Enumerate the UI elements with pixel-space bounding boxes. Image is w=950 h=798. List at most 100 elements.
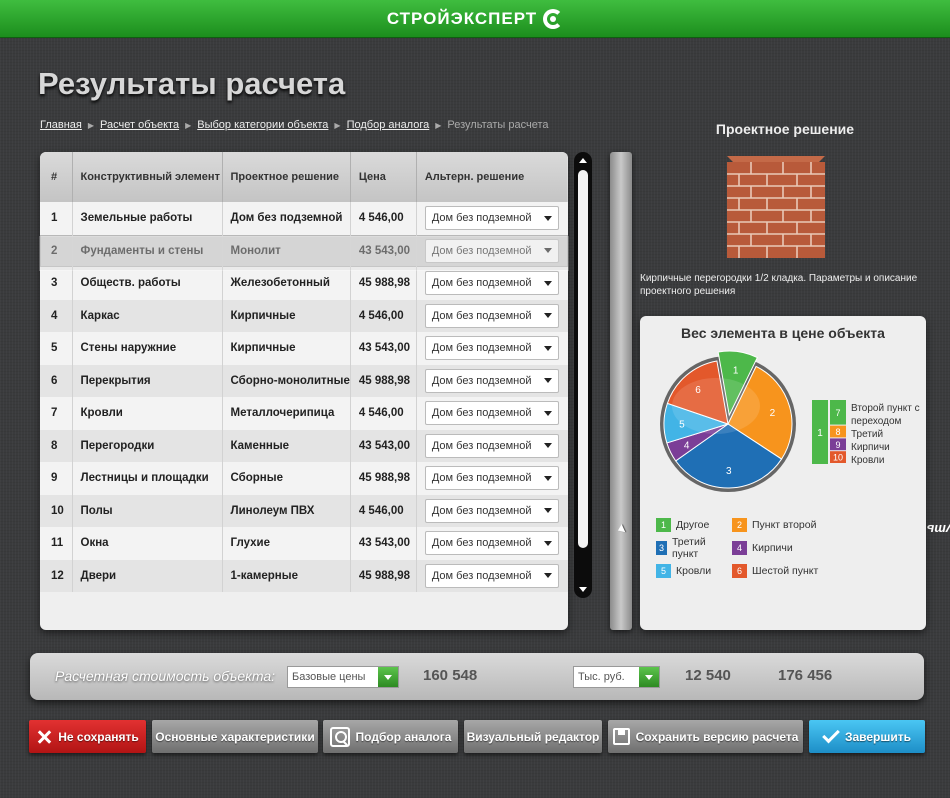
alt-solution-select[interactable]: Дом без подземной bbox=[424, 531, 559, 556]
alt-solution-select[interactable]: Дом без подземной bbox=[424, 271, 559, 296]
col-price: Цена bbox=[350, 152, 417, 202]
legend-row: 1 Другое 2 Пункт второй bbox=[656, 513, 818, 536]
cell-num: 11 bbox=[40, 527, 73, 560]
pie-slice-label: 3 bbox=[726, 466, 732, 477]
analog-search-button[interactable]: Подбор аналога bbox=[323, 720, 458, 753]
brand-logo-icon bbox=[543, 8, 564, 29]
sub-segment-label: 9 bbox=[835, 440, 840, 450]
sub-legend-entry: Кровли bbox=[851, 455, 885, 466]
finish-button[interactable]: Завершить bbox=[809, 720, 925, 753]
breadcrumb-separator-icon: ▶ bbox=[87, 120, 95, 130]
no-save-button[interactable]: Не сохранять bbox=[29, 720, 146, 753]
alt-solution-select[interactable]: Дом без подземной bbox=[424, 498, 559, 523]
alt-solution-select[interactable]: Дом без подземной bbox=[424, 368, 559, 393]
summary-value-3: 176 456 bbox=[778, 667, 833, 684]
main-characteristics-button[interactable]: Основные характеристики bbox=[152, 720, 318, 753]
pie-gloss bbox=[672, 378, 760, 434]
no-save-label: Не сохранять bbox=[58, 729, 139, 744]
scroll-down-icon[interactable] bbox=[579, 587, 587, 592]
legend-entry: 4 Кирпичи bbox=[732, 540, 793, 555]
table-row[interactable]: 9 Лестницы и площадки Сборные 45 988,98 Дом … bbox=[40, 462, 568, 495]
finish-label: Завершить bbox=[844, 729, 912, 744]
sub-parent-label: 1 bbox=[817, 428, 823, 439]
table-row[interactable]: 1 Земельные работы Дом без подземной 4 546,… bbox=[40, 202, 568, 235]
breadcrumb-category[interactable]: Выбор категории объекта bbox=[197, 119, 328, 131]
elements-table-panel: # Конструктивный элемент Проектное решен… bbox=[40, 152, 568, 630]
alt-solution-select[interactable]: Дом без подземной bbox=[424, 206, 559, 231]
chevron-down-icon bbox=[543, 378, 552, 384]
collapse-panel-button[interactable]: Свернуть ▸ bbox=[610, 152, 950, 630]
chart-title: Вес элемента в цене объекта bbox=[681, 325, 885, 341]
legend-entry: 5 Кровли bbox=[656, 563, 718, 578]
cell-price: 43 543,00 bbox=[350, 429, 417, 462]
cell-num: 4 bbox=[40, 299, 73, 332]
legend-label: Кровли bbox=[676, 564, 712, 577]
cell-project: Сборные bbox=[222, 462, 351, 495]
sub-breakdown-legend: Второй пункт с переходом Третий Кирпичи Кро… bbox=[851, 402, 923, 467]
cell-project: Сборно-монолитные bbox=[222, 364, 351, 397]
brick-wall-icon bbox=[727, 156, 825, 258]
legend-swatch: 5 bbox=[656, 563, 671, 578]
alt-solution-select[interactable]: Дом без подземной bbox=[424, 563, 559, 588]
legend-label: Шестой пункт bbox=[752, 564, 819, 577]
alt-solution-select[interactable]: Дом без подземной bbox=[424, 433, 559, 458]
col-element: Конструктивный элемент bbox=[72, 152, 223, 202]
chevron-down-icon bbox=[543, 573, 552, 579]
cell-element: Каркас bbox=[72, 299, 223, 332]
cell-alt: Дом без подземной bbox=[416, 365, 568, 398]
chevron-down-icon bbox=[543, 540, 552, 546]
table-row[interactable]: 6 Перекрытия Сборно-монолитные 45 988,98 Дом… bbox=[40, 364, 568, 398]
cell-element: Двери bbox=[72, 559, 223, 592]
scroll-thumb[interactable] bbox=[578, 170, 588, 548]
unit-select[interactable]: Тыс. руб. bbox=[573, 666, 660, 688]
table-row[interactable]: 11 Окна Глухие 43 543,00 Дом без подземной bbox=[40, 527, 568, 560]
visual-editor-button[interactable]: Визуальный редактор bbox=[464, 720, 602, 753]
cell-alt: Дом без подземной bbox=[416, 430, 568, 463]
table-row[interactable]: 5 Стены наружние Кирпичные 43 543,00 Дом без… bbox=[40, 332, 568, 365]
table-row[interactable]: 4 Каркас Кирпичные 4 546,00 Дом без подземно… bbox=[40, 299, 568, 332]
col-num: # bbox=[40, 152, 73, 202]
table-row[interactable]: 7 Кровли Металлочерипица 4 546,00 Дом без по… bbox=[40, 397, 568, 430]
cell-alt: Дом без подземной bbox=[416, 462, 568, 495]
breadcrumb-calc[interactable]: Расчет объекта bbox=[100, 119, 179, 131]
chevron-down-icon bbox=[543, 313, 552, 319]
alt-solution-select[interactable]: Дом без подземной bbox=[424, 303, 559, 328]
legend-label: Пункт второй bbox=[752, 518, 817, 531]
sub-legend-entry: Второй пункт с переходом bbox=[851, 403, 920, 427]
save-version-label: Сохранить версию расчета bbox=[635, 729, 799, 744]
cell-alt: Дом без подземной bbox=[416, 527, 568, 560]
table-row[interactable]: 3 Обществ. работы Железобетонный 45 988,98 Д… bbox=[40, 267, 568, 300]
table-row[interactable]: 8 Перегородки Каменные 43 543,00 Дом без под… bbox=[40, 429, 568, 463]
cell-alt: Дом без подземной bbox=[416, 495, 568, 528]
cell-num: 2 bbox=[40, 234, 73, 267]
scroll-up-icon[interactable] bbox=[579, 158, 587, 163]
breadcrumb-analog[interactable]: Подбор аналога bbox=[347, 119, 430, 131]
alt-solution-value: Дом без подземной bbox=[431, 342, 532, 355]
brand[interactable]: СТРОЙЭКСПЕРТ bbox=[387, 8, 564, 29]
table-row[interactable]: 2 Фундаменты и стены Монолит 43 543,00 Дом б… bbox=[40, 234, 568, 267]
chevron-down-icon bbox=[543, 280, 552, 286]
cell-alt: Дом без подземной bbox=[416, 560, 568, 593]
table-scrollbar[interactable] bbox=[574, 152, 592, 598]
cell-price: 43 543,00 bbox=[350, 234, 417, 267]
sub-legend-entry: Кирпичи bbox=[851, 442, 890, 453]
cell-project: Каменные bbox=[222, 429, 351, 462]
summary-value-2: 12 540 bbox=[685, 667, 731, 684]
save-version-button[interactable]: Сохранить версию расчета bbox=[608, 720, 803, 753]
alt-solution-select[interactable]: Дом без подземной bbox=[424, 466, 559, 491]
project-solution-title: Проектное решение bbox=[715, 121, 855, 137]
table-row[interactable]: 12 Двери 1-камерные 45 988,98 Дом без подзем… bbox=[40, 559, 568, 593]
alt-solution-select[interactable]: Дом без подземной bbox=[424, 401, 559, 426]
cell-element: Кровли bbox=[72, 397, 223, 430]
cell-alt: Дом без подземной bbox=[416, 397, 568, 430]
cell-num: 7 bbox=[40, 397, 73, 430]
alt-solution-select[interactable]: Дом без подземной bbox=[424, 238, 559, 263]
breadcrumb-home[interactable]: Главная bbox=[40, 119, 82, 131]
price-type-select[interactable]: Базовые цены bbox=[287, 666, 399, 688]
alt-solution-select[interactable]: Дом без подземной bbox=[424, 336, 559, 361]
chevron-down-icon bbox=[543, 410, 552, 416]
cell-price: 43 543,00 bbox=[350, 527, 417, 560]
table-row[interactable]: 10 Полы Линолеум ПВХ 4 546,00 Дом без подзем… bbox=[40, 494, 568, 528]
cell-element: Фундаменты и стены bbox=[72, 234, 223, 267]
chevron-down-icon bbox=[378, 667, 398, 687]
